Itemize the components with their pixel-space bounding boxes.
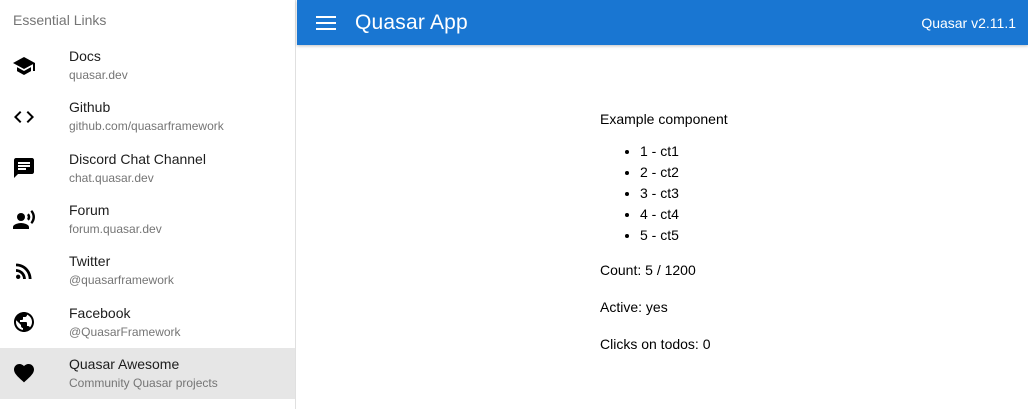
page-content: Example component 1 - ct1 2 - ct2 3 - ct… bbox=[297, 45, 1028, 409]
todo-item[interactable]: 3 - ct3 bbox=[640, 183, 728, 204]
link-title: Twitter bbox=[69, 253, 111, 270]
link-title: Facebook bbox=[69, 304, 131, 321]
link-caption: chat.quasar.dev bbox=[69, 170, 154, 185]
public-icon bbox=[14, 312, 34, 333]
todo-count: Count: 5 / 1200 bbox=[600, 262, 696, 278]
todo-item[interactable]: 4 - ct4 bbox=[640, 204, 728, 225]
favorite-icon bbox=[14, 364, 34, 383]
link-item-facebook[interactable]: Facebook @QuasarFramework bbox=[0, 296, 295, 347]
component-title: Example component bbox=[600, 111, 728, 127]
todo-item[interactable]: 2 - ct2 bbox=[640, 162, 728, 183]
link-caption: Community Quasar projects bbox=[69, 375, 218, 390]
app-title: Quasar App bbox=[355, 10, 468, 34]
link-item-forum[interactable]: Forum forum.quasar.dev bbox=[0, 194, 295, 245]
app-header: Quasar App Quasar v2.11.1 bbox=[297, 0, 1028, 45]
example-component: Example component 1 - ct1 2 - ct2 3 - ct… bbox=[600, 111, 728, 352]
active-status: Active: yes bbox=[600, 299, 668, 315]
chat-icon bbox=[14, 158, 34, 179]
version-label: Quasar v2.11.1 bbox=[921, 14, 1016, 31]
link-caption: forum.quasar.dev bbox=[69, 222, 162, 237]
menu-icon bbox=[316, 15, 336, 30]
link-title: Docs bbox=[69, 48, 101, 65]
rss-icon bbox=[15, 263, 32, 279]
drawer-header: Essential Links bbox=[13, 12, 107, 28]
link-title: Github bbox=[69, 99, 111, 116]
link-title: Discord Chat Channel bbox=[69, 150, 206, 167]
link-item-github[interactable]: Github github.com/quasarframework bbox=[0, 91, 295, 142]
clicks-counter: Clicks on todos: 0 bbox=[600, 336, 711, 352]
link-title: Quasar Awesome bbox=[69, 355, 180, 372]
link-title: Forum bbox=[69, 202, 110, 219]
link-caption: quasar.dev bbox=[69, 68, 128, 83]
todo-list: 1 - ct1 2 - ct2 3 - ct3 4 - ct4 5 - ct5 bbox=[600, 141, 728, 246]
link-caption: @quasarframework bbox=[69, 273, 174, 288]
todo-item[interactable]: 5 - ct5 bbox=[640, 225, 728, 246]
record-voice-icon bbox=[13, 209, 35, 229]
navigation-drawer: Essential Links Docs quasar.dev Github g… bbox=[0, 0, 296, 409]
code-icon bbox=[14, 110, 34, 123]
link-caption: github.com/quasarframework bbox=[69, 119, 224, 134]
link-item-twitter[interactable]: Twitter @quasarframework bbox=[0, 245, 295, 296]
school-icon bbox=[13, 56, 35, 75]
menu-button[interactable] bbox=[313, 10, 339, 36]
link-caption: @QuasarFramework bbox=[69, 324, 181, 339]
link-item-discord[interactable]: Discord Chat Channel chat.quasar.dev bbox=[0, 143, 295, 194]
todo-item[interactable]: 1 - ct1 bbox=[640, 141, 728, 162]
link-item-quasar-awesome[interactable]: Quasar Awesome Community Quasar projects bbox=[0, 347, 295, 400]
link-item-docs[interactable]: Docs quasar.dev bbox=[0, 40, 295, 91]
